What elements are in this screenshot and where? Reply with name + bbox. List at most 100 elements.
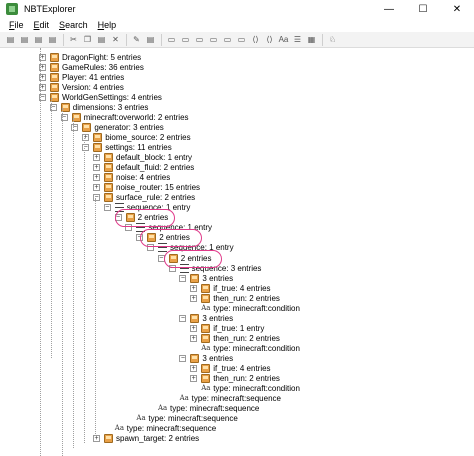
tree-node[interactable]: then_run: 2 entries: [201, 293, 280, 303]
expand-toggle[interactable]: +: [190, 375, 198, 383]
tree-node-label: surface_rule: 2 entries: [116, 193, 196, 203]
compound-tag-icon: [104, 173, 113, 183]
expand-toggle[interactable]: +: [190, 334, 198, 342]
compound-tag-icon: [201, 333, 211, 343]
tree-node[interactable]: spawn_target: 2 entries: [104, 434, 199, 444]
compound-tag-icon: [50, 72, 59, 82]
expand-toggle[interactable]: +: [190, 284, 198, 292]
tree-node[interactable]: Player: 41 entries: [50, 72, 124, 82]
string-tag-icon: Aa: [201, 303, 211, 312]
copy-icon[interactable]: ❐: [81, 34, 94, 46]
short-icon[interactable]: ▭: [179, 34, 192, 46]
annotation-circle: [115, 209, 175, 227]
expand-toggle[interactable]: +: [93, 164, 100, 172]
expand-toggle[interactable]: +: [93, 154, 100, 161]
menu-file[interactable]: File: [4, 20, 29, 30]
delete-icon[interactable]: ✕: [109, 34, 122, 46]
expand-toggle[interactable]: +: [93, 184, 100, 192]
tree-node[interactable]: Aa type: minecraft:sequence: [180, 394, 281, 404]
tree-node-label: 3 entries: [202, 313, 234, 323]
compound-tag-icon: [82, 122, 92, 132]
tree-node[interactable]: surface_rule: 2 entries: [104, 193, 195, 203]
expand-toggle[interactable]: +: [190, 365, 198, 373]
paste-icon[interactable]: ▤: [95, 34, 108, 46]
expand-toggle[interactable]: +: [93, 174, 100, 182]
float-icon[interactable]: ▭: [221, 34, 234, 46]
menu-edit[interactable]: Edit: [29, 20, 55, 30]
tree-node[interactable]: biome_source: 2 entries: [93, 132, 191, 142]
compound-tag-icon: [104, 183, 113, 193]
cut-icon[interactable]: ✂: [67, 34, 80, 46]
window-controls: — ☐ ✕: [372, 0, 474, 18]
tree-node[interactable]: 3 entries: [190, 273, 233, 283]
tree-node[interactable]: Aa type: minecraft:sequence: [136, 414, 237, 424]
compound-tag-icon: [50, 62, 59, 72]
compound-tag-icon: [190, 273, 200, 283]
tree-node[interactable]: default_block: 1 entry: [104, 153, 192, 163]
open-file-icon[interactable]: ▤: [46, 34, 59, 46]
open-folder-icon[interactable]: ▤: [4, 34, 17, 46]
open-icon[interactable]: ▤: [18, 34, 31, 46]
compound-icon[interactable]: ▦: [305, 34, 318, 46]
tree-node-label: dimensions: 3 entries: [72, 102, 149, 112]
tree-node[interactable]: GameRules: 36 entries: [50, 62, 144, 72]
tree-node[interactable]: Aa type: minecraft:condition: [201, 343, 300, 353]
maximize-button[interactable]: ☐: [406, 0, 440, 18]
compound-tag-icon: [104, 434, 113, 444]
tree-node[interactable]: 3 entries: [190, 313, 233, 323]
long-icon[interactable]: ▭: [207, 34, 220, 46]
collapse-toggle[interactable]: −: [103, 204, 111, 212]
compound-tag-icon: [104, 153, 113, 162]
tree-node[interactable]: then_run: 2 entries: [201, 374, 280, 384]
tree-node[interactable]: 3 entries: [190, 354, 233, 364]
toolbar-separator: [63, 33, 64, 46]
tree-node[interactable]: DragonFight: 5 entries: [50, 52, 141, 62]
compound-tag-icon: [201, 293, 211, 303]
collapse-toggle[interactable]: −: [179, 355, 187, 362]
tree-node[interactable]: generator: 3 entries: [82, 122, 164, 132]
int-icon[interactable]: ▭: [193, 34, 206, 46]
menu-help[interactable]: Help: [93, 20, 122, 30]
tree-node[interactable]: settings: 11 entries: [93, 142, 172, 152]
tree-node-label: then_run: 2 entries: [213, 374, 280, 384]
tree-node[interactable]: if_true: 4 entries: [201, 283, 271, 293]
compound-tag-icon: [201, 364, 211, 374]
toolbar-separator: [126, 33, 127, 46]
menu-search-label: earch: [65, 20, 88, 30]
tree-node[interactable]: Aa type: minecraft:sequence: [115, 424, 216, 434]
expand-toggle[interactable]: +: [190, 294, 198, 302]
menu-search[interactable]: Search: [54, 20, 93, 30]
string-icon[interactable]: Aa: [277, 34, 290, 46]
save-icon[interactable]: ▤: [32, 34, 45, 46]
byte-array-icon[interactable]: ⟨⟩: [249, 34, 262, 46]
tree-node[interactable]: noise: 4 entries: [104, 173, 170, 183]
close-button[interactable]: ✕: [440, 0, 474, 18]
collapse-toggle[interactable]: −: [179, 314, 187, 322]
tree-node[interactable]: WorldGenSettings: 4 entries: [50, 92, 162, 102]
expand-toggle[interactable]: +: [190, 324, 198, 332]
edit-icon[interactable]: ▤: [144, 34, 157, 46]
tree-node-label: generator: 3 entries: [94, 122, 164, 132]
tree-node[interactable]: dimensions: 3 entries: [60, 102, 149, 112]
tree-node[interactable]: Aa type: minecraft:condition: [201, 384, 300, 394]
byte-icon[interactable]: ▭: [165, 34, 178, 46]
tree-node[interactable]: then_run: 2 entries: [201, 333, 280, 343]
tree-node[interactable]: Aa type: minecraft:condition: [201, 303, 300, 313]
int-array-icon[interactable]: ⟨⟩: [263, 34, 276, 46]
collapse-toggle[interactable]: −: [179, 274, 187, 282]
minimize-button[interactable]: —: [372, 0, 406, 18]
tree-node[interactable]: default_fluid: 2 entries: [104, 163, 194, 173]
tree-node-label: type: minecraft:sequence: [170, 404, 260, 414]
tree-node[interactable]: Version: 4 entries: [50, 82, 124, 92]
tree-node[interactable]: if_true: 4 entries: [201, 364, 271, 374]
tree-guide-line: [40, 48, 41, 456]
rename-icon[interactable]: ✎: [130, 34, 143, 46]
tree-node[interactable]: Aa type: minecraft:sequence: [158, 404, 259, 414]
double-icon[interactable]: ▭: [235, 34, 248, 46]
tree-node[interactable]: if_true: 1 entry: [201, 323, 264, 333]
nbt-tree-view[interactable]: + DragonFight: 5 entries + GameRules: 36 en…: [0, 48, 474, 456]
search-icon[interactable]: ♘: [326, 34, 339, 46]
tree-node[interactable]: noise_router: 15 entries: [104, 183, 200, 193]
tree-node[interactable]: minecraft:overworld: 2 entries: [71, 112, 189, 122]
list-icon[interactable]: ☰: [291, 34, 304, 46]
